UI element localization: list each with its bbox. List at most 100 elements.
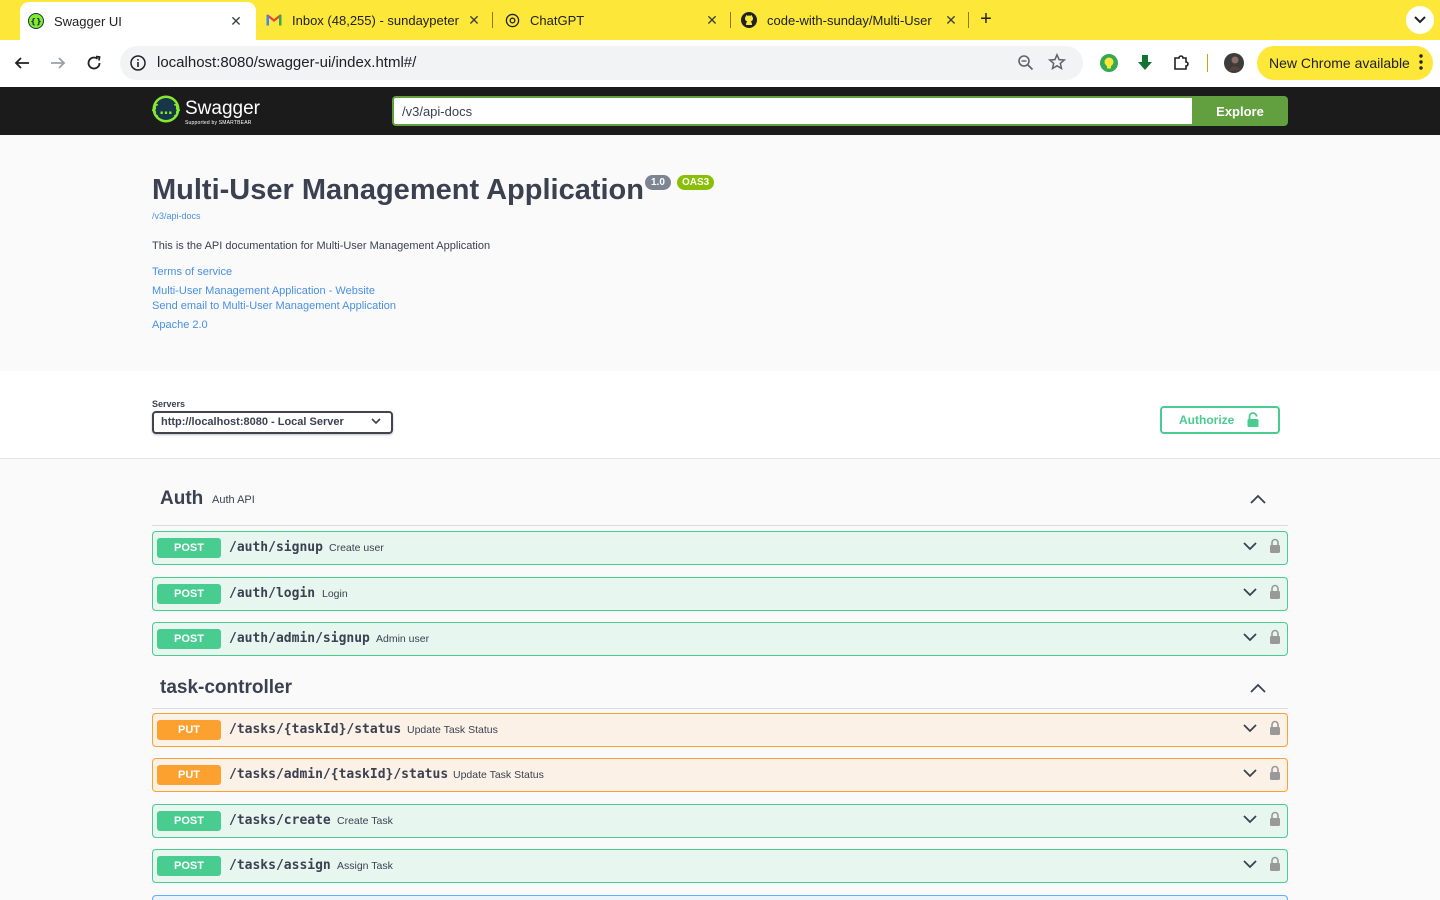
tag-name: Auth <box>160 488 204 509</box>
operation-row[interactable]: PUT /tasks/admin/{taskId}/status Update … <box>152 758 1288 792</box>
lock-icon[interactable] <box>1269 856 1281 872</box>
server-select[interactable]: http://localhost:8080 - Local Server <box>152 411 393 434</box>
new-tab-icon[interactable]: + <box>975 8 997 30</box>
swagger-favicon: {} <box>28 13 44 29</box>
close-tab-icon[interactable]: ✕ <box>943 12 959 29</box>
operation-row[interactable]: POST /auth/signup Create user <box>152 531 1288 565</box>
extensions-button[interactable] <box>1170 52 1192 74</box>
operation-path: /tasks/{taskId}/status <box>229 722 402 737</box>
operation-row[interactable]: POST /tasks/assign Assign Task <box>152 849 1288 883</box>
download-button[interactable] <box>1134 52 1156 74</box>
operation-summary: Admin user <box>376 633 430 645</box>
reload-button[interactable] <box>83 52 105 74</box>
tag-name: task-controller <box>160 677 292 698</box>
close-tab-icon[interactable]: ✕ <box>466 12 482 29</box>
kebab-menu-icon <box>1419 54 1423 70</box>
operation-row-partial[interactable] <box>152 895 1288 900</box>
reload-icon <box>87 55 101 70</box>
chevron-up-icon[interactable] <box>1250 494 1266 504</box>
method-badge: POST <box>157 538 221 558</box>
tab-swagger-ui[interactable]: {} Swagger UI ✕ <box>20 2 256 40</box>
tab-search-button[interactable] <box>1406 6 1434 34</box>
operation-summary: Assign Task <box>337 860 393 872</box>
method-badge: POST <box>157 856 221 876</box>
new-chrome-available-button[interactable]: New Chrome available <box>1257 46 1433 80</box>
authorize-label: Authorize <box>1179 413 1235 427</box>
api-title: Multi-User Management Application <box>152 174 644 206</box>
chevron-down-icon[interactable] <box>1243 769 1257 778</box>
close-tab-icon[interactable]: ✕ <box>704 12 720 29</box>
operation-path: /tasks/create <box>229 813 331 828</box>
chatgpt-icon <box>504 12 520 28</box>
arrow-left-icon <box>14 57 29 69</box>
swagger-logo-icon: {…} <box>152 95 180 123</box>
operation-summary: Login <box>322 588 348 600</box>
back-button[interactable] <box>11 52 33 74</box>
lock-icon[interactable] <box>1269 720 1281 736</box>
operation-row[interactable]: POST /tasks/create Create Task <box>152 804 1288 838</box>
svg-text:{…}: {…} <box>152 103 180 118</box>
authorize-button[interactable]: Authorize <box>1160 406 1280 434</box>
swagger-logo[interactable]: {…} Swagger Supported by SMARTBEAR <box>152 95 260 126</box>
address-bar[interactable]: localhost:8080/swagger-ui/index.html#/ <box>120 46 1083 80</box>
avatar-icon <box>1224 53 1244 73</box>
forward-button[interactable] <box>47 52 69 74</box>
download-arrow-icon <box>1138 55 1152 70</box>
profile-avatar[interactable] <box>1223 52 1245 74</box>
website-link[interactable]: Multi-User Management Application - Webs… <box>152 285 375 297</box>
method-badge: PUT <box>157 720 221 740</box>
tab-title: Swagger UI <box>54 13 122 29</box>
zoom-icon[interactable] <box>1017 54 1034 71</box>
chevron-down-icon[interactable] <box>1243 633 1257 642</box>
url-text[interactable]: localhost:8080/swagger-ui/index.html#/ <box>157 54 416 71</box>
new-chrome-label: New Chrome available <box>1269 55 1410 71</box>
tab-chatgpt[interactable]: ChatGPT ✕ <box>504 0 720 40</box>
chevron-down-icon[interactable] <box>1243 542 1257 551</box>
servers-label: Servers <box>152 399 186 409</box>
servers-panel: Servers http://localhost:8080 - Local Se… <box>0 371 1440 459</box>
puzzle-icon <box>1174 55 1189 70</box>
close-tab-icon[interactable]: ✕ <box>228 13 244 30</box>
operation-path: /tasks/assign <box>229 858 331 873</box>
operation-path: /auth/signup <box>229 540 323 555</box>
operation-row[interactable]: POST /auth/login Login <box>152 577 1288 611</box>
browser-toolbar: localhost:8080/swagger-ui/index.html#/ N… <box>0 40 1440 87</box>
site-info-icon[interactable] <box>130 55 146 71</box>
operation-row[interactable]: PUT /tasks/{taskId}/status Update Task S… <box>152 713 1288 747</box>
bookmark-star-icon[interactable] <box>1048 53 1066 71</box>
chevron-down-icon[interactable] <box>1243 860 1257 869</box>
tab-gmail[interactable]: Inbox (48,255) - sundaypeter ✕ <box>266 0 482 40</box>
swagger-topbar: {…} Swagger Supported by SMARTBEAR /v3/a… <box>0 87 1440 135</box>
explore-button[interactable]: Explore <box>1192 96 1288 126</box>
oas-badge: OAS3 <box>677 175 715 190</box>
lock-icon[interactable] <box>1269 584 1281 600</box>
method-badge: POST <box>157 811 221 831</box>
tab-title: ChatGPT <box>530 12 585 28</box>
method-badge: POST <box>157 584 221 604</box>
chevron-down-icon <box>371 418 381 425</box>
terms-of-service-link[interactable]: Terms of service <box>152 266 232 278</box>
lock-icon[interactable] <box>1269 765 1281 781</box>
lock-icon[interactable] <box>1269 538 1281 554</box>
arrow-right-icon <box>51 57 66 69</box>
chevron-up-icon[interactable] <box>1250 683 1266 693</box>
lock-icon[interactable] <box>1269 811 1281 827</box>
lock-icon[interactable] <box>1269 629 1281 645</box>
tab-divider <box>968 12 969 28</box>
chevron-down-icon[interactable] <box>1243 815 1257 824</box>
method-badge: PUT <box>157 765 221 785</box>
chevron-down-icon[interactable] <box>1243 724 1257 733</box>
spec-url-input[interactable]: /v3/api-docs <box>392 96 1193 126</box>
email-link[interactable]: Send email to Multi-User Management Appl… <box>152 300 396 312</box>
extension-bulb-button[interactable] <box>1098 52 1120 74</box>
license-link[interactable]: Apache 2.0 <box>152 319 208 331</box>
tag-section-auth[interactable]: Auth Auth API <box>152 488 1288 526</box>
spec-url-link[interactable]: /v3/api-docs <box>152 211 201 221</box>
tab-github[interactable]: code-with-sunday/Multi-User ✕ <box>741 0 959 40</box>
server-selected-value: http://localhost:8080 - Local Server <box>161 416 344 428</box>
operation-row[interactable]: POST /auth/admin/signup Admin user <box>152 622 1288 656</box>
tag-section-task-controller[interactable]: task-controller <box>152 677 1288 709</box>
api-description: This is the API documentation for Multi-… <box>152 240 491 252</box>
chevron-down-icon[interactable] <box>1243 588 1257 597</box>
method-badge: POST <box>157 629 221 649</box>
